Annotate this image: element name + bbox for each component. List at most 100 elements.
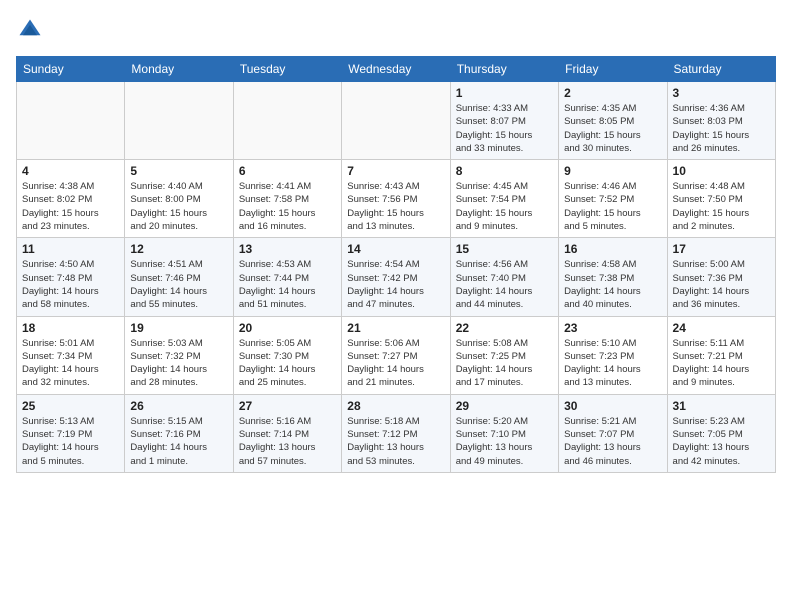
day-number: 24 [673, 321, 770, 335]
day-cell: 21 Sunrise: 5:06 AM Sunset: 7:27 PM Dayli… [342, 316, 450, 394]
day-cell: 1 Sunrise: 4:33 AM Sunset: 8:07 PM Daylig… [450, 82, 558, 160]
day-number: 15 [456, 242, 553, 256]
day-detail: Sunrise: 5:05 AM Sunset: 7:30 PM Dayligh… [239, 337, 336, 390]
day-detail: Sunrise: 4:38 AM Sunset: 8:02 PM Dayligh… [22, 180, 119, 233]
day-cell: 13 Sunrise: 4:53 AM Sunset: 7:44 PM Dayli… [233, 238, 341, 316]
day-cell [342, 82, 450, 160]
day-number: 25 [22, 399, 119, 413]
day-cell: 22Sunrise: 5:08 AM Sunset: 7:25 PM Dayli… [450, 316, 558, 394]
day-detail: Sunrise: 5:11 AM Sunset: 7:21 PM Dayligh… [673, 337, 770, 390]
week-row-5: 25 Sunrise: 5:13 AM Sunset: 7:19 PM Dayli… [17, 394, 776, 472]
day-detail: Sunrise: 4:33 AM Sunset: 8:07 PM Dayligh… [456, 102, 553, 155]
day-number: 13 [239, 242, 336, 256]
day-cell [17, 82, 125, 160]
weekday-header-friday: Friday [559, 57, 667, 82]
day-number: 10 [673, 164, 770, 178]
day-number: 20 [239, 321, 336, 335]
day-cell: 30 Sunrise: 5:21 AM Sunset: 7:07 PM Dayli… [559, 394, 667, 472]
day-detail: Sunrise: 4:54 AM Sunset: 7:42 PM Dayligh… [347, 258, 444, 311]
day-cell: 17 Sunrise: 5:00 AM Sunset: 7:36 PM Dayli… [667, 238, 775, 316]
day-cell [125, 82, 233, 160]
day-cell: 26 Sunrise: 5:15 AM Sunset: 7:16 PM Dayli… [125, 394, 233, 472]
day-number: 12 [130, 242, 227, 256]
day-detail: Sunrise: 4:51 AM Sunset: 7:46 PM Dayligh… [130, 258, 227, 311]
day-number: 3 [673, 86, 770, 100]
day-number: 14 [347, 242, 444, 256]
day-detail: Sunrise: 4:56 AM Sunset: 7:40 PM Dayligh… [456, 258, 553, 311]
weekday-header-thursday: Thursday [450, 57, 558, 82]
day-cell: 2Sunrise: 4:35 AM Sunset: 8:05 PM Daylig… [559, 82, 667, 160]
day-detail: Sunrise: 5:01 AM Sunset: 7:34 PM Dayligh… [22, 337, 119, 390]
logo [16, 16, 48, 44]
day-cell: 19 Sunrise: 5:03 AM Sunset: 7:32 PM Dayli… [125, 316, 233, 394]
day-detail: Sunrise: 5:00 AM Sunset: 7:36 PM Dayligh… [673, 258, 770, 311]
day-cell: 7 Sunrise: 4:43 AM Sunset: 7:56 PM Daylig… [342, 160, 450, 238]
day-cell: 6Sunrise: 4:41 AM Sunset: 7:58 PM Daylig… [233, 160, 341, 238]
day-cell: 29 Sunrise: 5:20 AM Sunset: 7:10 PM Dayli… [450, 394, 558, 472]
calendar-table: SundayMondayTuesdayWednesdayThursdayFrid… [16, 56, 776, 473]
day-detail: Sunrise: 5:23 AM Sunset: 7:05 PM Dayligh… [673, 415, 770, 468]
day-number: 2 [564, 86, 661, 100]
day-detail: Sunrise: 4:36 AM Sunset: 8:03 PM Dayligh… [673, 102, 770, 155]
day-number: 5 [130, 164, 227, 178]
logo-icon [16, 16, 44, 44]
weekday-header-saturday: Saturday [667, 57, 775, 82]
day-detail: Sunrise: 4:48 AM Sunset: 7:50 PM Dayligh… [673, 180, 770, 233]
day-number: 28 [347, 399, 444, 413]
weekday-header-wednesday: Wednesday [342, 57, 450, 82]
day-detail: Sunrise: 5:21 AM Sunset: 7:07 PM Dayligh… [564, 415, 661, 468]
day-detail: Sunrise: 5:06 AM Sunset: 7:27 PM Dayligh… [347, 337, 444, 390]
day-number: 17 [673, 242, 770, 256]
day-number: 29 [456, 399, 553, 413]
day-number: 23 [564, 321, 661, 335]
day-detail: Sunrise: 5:10 AM Sunset: 7:23 PM Dayligh… [564, 337, 661, 390]
day-number: 11 [22, 242, 119, 256]
week-row-3: 11 Sunrise: 4:50 AM Sunset: 7:48 PM Dayli… [17, 238, 776, 316]
day-detail: Sunrise: 4:46 AM Sunset: 7:52 PM Dayligh… [564, 180, 661, 233]
day-cell: 23 Sunrise: 5:10 AM Sunset: 7:23 PM Dayli… [559, 316, 667, 394]
day-cell: 28 Sunrise: 5:18 AM Sunset: 7:12 PM Dayli… [342, 394, 450, 472]
day-detail: Sunrise: 4:43 AM Sunset: 7:56 PM Dayligh… [347, 180, 444, 233]
day-cell: 15 Sunrise: 4:56 AM Sunset: 7:40 PM Dayli… [450, 238, 558, 316]
day-cell: 5Sunrise: 4:40 AM Sunset: 8:00 PM Daylig… [125, 160, 233, 238]
day-cell: 18 Sunrise: 5:01 AM Sunset: 7:34 PM Dayli… [17, 316, 125, 394]
weekday-header-tuesday: Tuesday [233, 57, 341, 82]
day-cell: 24 Sunrise: 5:11 AM Sunset: 7:21 PM Dayli… [667, 316, 775, 394]
week-row-2: 4Sunrise: 4:38 AM Sunset: 8:02 PM Daylig… [17, 160, 776, 238]
day-number: 16 [564, 242, 661, 256]
day-cell: 16 Sunrise: 4:58 AM Sunset: 7:38 PM Dayli… [559, 238, 667, 316]
weekday-header-monday: Monday [125, 57, 233, 82]
day-cell: 4Sunrise: 4:38 AM Sunset: 8:02 PM Daylig… [17, 160, 125, 238]
day-number: 9 [564, 164, 661, 178]
day-detail: Sunrise: 4:58 AM Sunset: 7:38 PM Dayligh… [564, 258, 661, 311]
day-cell: 8Sunrise: 4:45 AM Sunset: 7:54 PM Daylig… [450, 160, 558, 238]
day-number: 31 [673, 399, 770, 413]
day-number: 6 [239, 164, 336, 178]
day-cell: 20 Sunrise: 5:05 AM Sunset: 7:30 PM Dayli… [233, 316, 341, 394]
day-number: 7 [347, 164, 444, 178]
day-number: 19 [130, 321, 227, 335]
day-number: 1 [456, 86, 553, 100]
day-detail: Sunrise: 5:15 AM Sunset: 7:16 PM Dayligh… [130, 415, 227, 468]
day-number: 30 [564, 399, 661, 413]
day-detail: Sunrise: 5:08 AM Sunset: 7:25 PM Dayligh… [456, 337, 553, 390]
weekday-header-row: SundayMondayTuesdayWednesdayThursdayFrid… [17, 57, 776, 82]
weekday-header-sunday: Sunday [17, 57, 125, 82]
day-cell: 14 Sunrise: 4:54 AM Sunset: 7:42 PM Dayli… [342, 238, 450, 316]
day-number: 27 [239, 399, 336, 413]
day-detail: Sunrise: 5:20 AM Sunset: 7:10 PM Dayligh… [456, 415, 553, 468]
day-cell: 31 Sunrise: 5:23 AM Sunset: 7:05 PM Dayli… [667, 394, 775, 472]
day-cell: 11 Sunrise: 4:50 AM Sunset: 7:48 PM Dayli… [17, 238, 125, 316]
week-row-4: 18 Sunrise: 5:01 AM Sunset: 7:34 PM Dayli… [17, 316, 776, 394]
day-cell: 3 Sunrise: 4:36 AM Sunset: 8:03 PM Daylig… [667, 82, 775, 160]
day-detail: Sunrise: 4:50 AM Sunset: 7:48 PM Dayligh… [22, 258, 119, 311]
day-detail: Sunrise: 4:53 AM Sunset: 7:44 PM Dayligh… [239, 258, 336, 311]
day-cell: 27Sunrise: 5:16 AM Sunset: 7:14 PM Dayli… [233, 394, 341, 472]
day-detail: Sunrise: 5:13 AM Sunset: 7:19 PM Dayligh… [22, 415, 119, 468]
day-number: 26 [130, 399, 227, 413]
day-number: 18 [22, 321, 119, 335]
day-detail: Sunrise: 5:18 AM Sunset: 7:12 PM Dayligh… [347, 415, 444, 468]
day-number: 21 [347, 321, 444, 335]
day-cell: 10 Sunrise: 4:48 AM Sunset: 7:50 PM Dayli… [667, 160, 775, 238]
day-detail: Sunrise: 5:03 AM Sunset: 7:32 PM Dayligh… [130, 337, 227, 390]
